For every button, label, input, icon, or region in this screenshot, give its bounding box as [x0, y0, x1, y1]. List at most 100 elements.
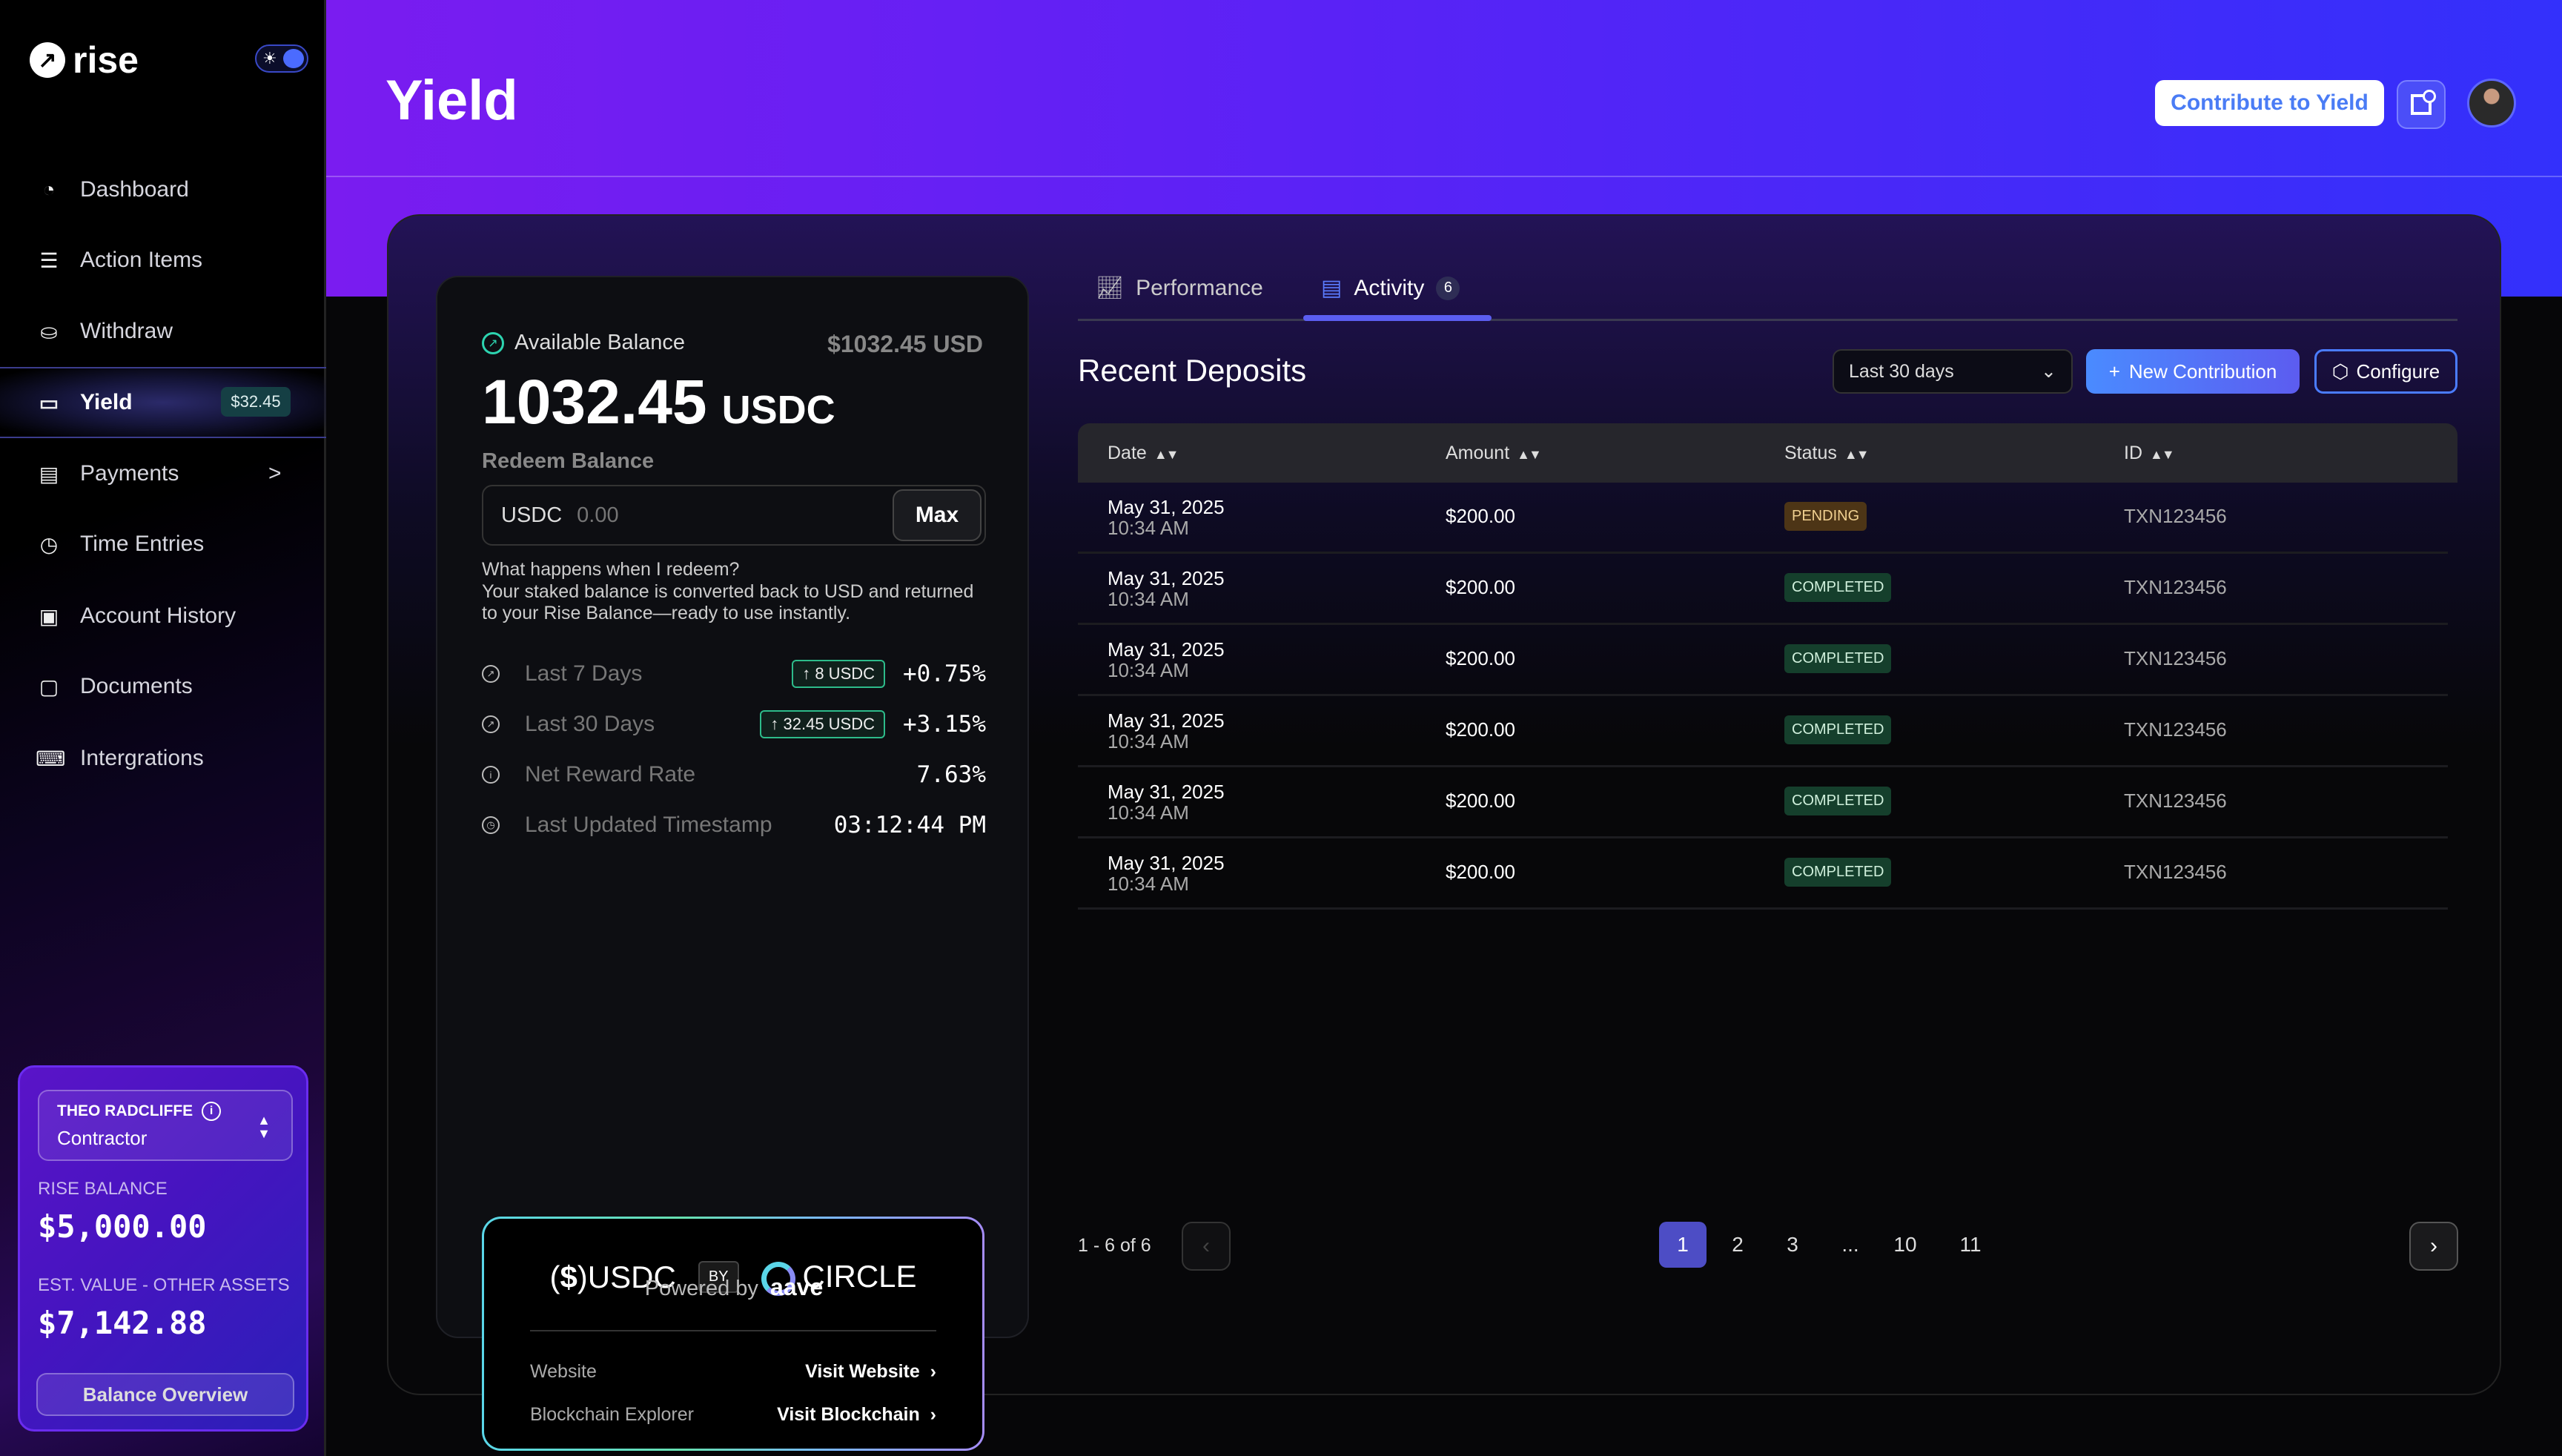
page-button[interactable]: 11: [1947, 1222, 1994, 1268]
table-row[interactable]: May 31, 202510:34 AM$200.00PENDINGTXN123…: [1078, 483, 2448, 554]
sidebar-item-dashboard[interactable]: ◔Dashboard: [0, 154, 326, 225]
redeem-faq-question: What happens when I redeem?: [482, 559, 739, 580]
column-amount[interactable]: Amount▲▼: [1446, 443, 1540, 464]
balance-overview-button[interactable]: Balance Overview: [36, 1373, 294, 1416]
configure-button[interactable]: ⬡Configure: [2314, 349, 2457, 394]
pagination-ellipsis: ...: [1827, 1222, 1874, 1268]
redeem-label: Redeem Balance: [482, 449, 654, 474]
notification-button[interactable]: [2397, 80, 2446, 129]
row-date: May 31, 2025: [1108, 852, 1225, 875]
row-id: TXN123456: [2124, 647, 2227, 670]
sidebar-item-payments[interactable]: ▤Payments>: [0, 438, 326, 509]
withdraw-icon: ⛀: [36, 320, 62, 344]
tab-activity[interactable]: ▤Activity6: [1321, 275, 1460, 301]
date-range-value: Last 30 days: [1849, 361, 1954, 383]
row-time: 10:34 AM: [1108, 517, 1189, 540]
tab-performance[interactable]: 📈︎ Performance: [1096, 275, 1263, 301]
sidebar-item-withdraw[interactable]: ⛀Withdraw: [0, 296, 326, 367]
sidebar-item-yield[interactable]: ▭Yield$32.45: [0, 367, 326, 438]
status-badge: COMPLETED: [1784, 573, 1891, 602]
column-status[interactable]: Status▲▼: [1784, 443, 1868, 464]
visit-website-link[interactable]: Visit Website ›: [805, 1361, 936, 1383]
page-button[interactable]: 1: [1659, 1222, 1707, 1268]
visit-blockchain-link[interactable]: Visit Blockchain ›: [777, 1404, 936, 1426]
section-title: Recent Deposits: [1078, 353, 1306, 388]
stat-pill: ↑ 8 USDC: [792, 660, 885, 688]
brand-logo[interactable]: ↗ rise: [30, 39, 139, 82]
page-button[interactable]: 2: [1714, 1222, 1761, 1268]
sidebar: ↗ rise ☀ ◔Dashboard ☰ Action Items ⛀Withd…: [0, 0, 326, 1456]
row-amount: $200.00: [1446, 505, 1515, 528]
table-row[interactable]: May 31, 202510:34 AM$200.00COMPLETEDTXN1…: [1078, 767, 2448, 838]
sidebar-item-account-history[interactable]: ▣Account History: [0, 580, 326, 652]
sidebar-item-label: Action Items: [80, 248, 202, 273]
info-icon[interactable]: i: [202, 1102, 221, 1121]
partner-card: ($)USDC BY CIRCLE WebsiteVisit Website ›…: [482, 1217, 984, 1451]
tab-label: Performance: [1136, 276, 1263, 301]
checklist-icon: ☰: [36, 248, 62, 273]
account-switcher[interactable]: THEO RADCLIFFEi Contractor ▲▼: [38, 1090, 293, 1161]
sort-icon: ▲▼: [1517, 447, 1540, 462]
theme-toggle[interactable]: ☀: [255, 44, 308, 73]
sort-icon: ▲▼: [1154, 447, 1178, 462]
row-id: TXN123456: [2124, 790, 2227, 813]
chevron-down-icon: ⌄: [2041, 360, 2056, 383]
row-date: May 31, 2025: [1108, 638, 1225, 661]
website-label: Website: [530, 1361, 597, 1383]
prev-page-button[interactable]: ‹: [1182, 1222, 1231, 1271]
other-assets-label: EST. VALUE - OTHER ASSETS: [38, 1275, 290, 1296]
calendar-clock-icon: ◷: [36, 532, 62, 557]
sidebar-item-time-entries[interactable]: ◷Time Entries: [0, 509, 326, 580]
powered-by: Powered by aave: [437, 1274, 1030, 1301]
new-contribution-button[interactable]: +New Contribution: [2086, 349, 2300, 394]
line-chart-icon: 📈︎: [1096, 275, 1124, 301]
column-id[interactable]: ID▲▼: [2124, 443, 2174, 464]
row-amount: $200.00: [1446, 576, 1515, 599]
table-row[interactable]: May 31, 202510:34 AM$200.00COMPLETEDTXN1…: [1078, 554, 2448, 625]
user-role: Contractor: [57, 1127, 274, 1150]
row-time: 10:34 AM: [1108, 730, 1189, 753]
active-tab-indicator: [1303, 315, 1492, 321]
page-button[interactable]: 10: [1881, 1222, 1929, 1268]
next-page-button[interactable]: ›: [2409, 1222, 2458, 1271]
table-row[interactable]: May 31, 202510:34 AM$200.00COMPLETEDTXN1…: [1078, 625, 2448, 696]
activity-count-badge: 6: [1436, 277, 1460, 300]
clock-icon: ◷: [482, 816, 500, 834]
table-row[interactable]: May 31, 202510:34 AM$200.00COMPLETEDTXN1…: [1078, 838, 2448, 910]
sort-icon: ▲▼: [1844, 447, 1868, 462]
sidebar-item-label: Account History: [80, 603, 236, 629]
sidebar-item-integrations[interactable]: ⌨Intergrations: [0, 723, 326, 794]
button-label: New Contribution: [2129, 360, 2277, 383]
table-row[interactable]: May 31, 202510:34 AM$200.00COMPLETEDTXN1…: [1078, 696, 2448, 767]
aave-logo: aave: [770, 1274, 823, 1300]
trend-check-icon: ↗: [482, 332, 504, 354]
redeem-amount-input[interactable]: [577, 503, 858, 528]
row-amount: $200.00: [1446, 718, 1515, 741]
table-header: Date▲▼ Amount▲▼ Status▲▼ ID▲▼: [1078, 423, 2457, 483]
avatar[interactable]: [2467, 79, 2516, 128]
page-title: Yield: [385, 68, 518, 133]
redeem-field: USDC Max: [482, 485, 986, 546]
redeem-currency: USDC: [501, 503, 562, 528]
row-id: TXN123456: [2124, 861, 2227, 884]
rise-balance-label: RISE BALANCE: [38, 1179, 168, 1199]
dashboard-icon: ◔: [36, 178, 62, 202]
notification-icon: [2411, 94, 2432, 115]
row-amount: $200.00: [1446, 790, 1515, 813]
date-range-select[interactable]: Last 30 days ⌄: [1833, 349, 2073, 394]
chevron-right-icon: ›: [2430, 1234, 2437, 1259]
contribute-to-yield-button[interactable]: Contribute to Yield: [2155, 80, 2384, 126]
tab-bar: 📈︎ Performance ▤Activity6: [1078, 268, 2457, 321]
stat-label: Last Updated Timestamp: [525, 813, 834, 838]
row-time: 10:34 AM: [1108, 659, 1189, 682]
sidebar-item-action-items[interactable]: ☰ Action Items: [0, 225, 326, 296]
table-icon: ▤: [1321, 275, 1342, 301]
sidebar-item-documents[interactable]: ▢Documents: [0, 651, 326, 722]
available-balance: 1032.45: [482, 366, 707, 438]
column-date[interactable]: Date▲▼: [1108, 443, 1177, 464]
max-button[interactable]: Max: [893, 489, 982, 541]
list-icon: ▤: [36, 462, 62, 486]
status-badge: COMPLETED: [1784, 787, 1891, 815]
page-button[interactable]: 3: [1769, 1222, 1816, 1268]
available-balance-label: Available Balance: [514, 331, 685, 355]
